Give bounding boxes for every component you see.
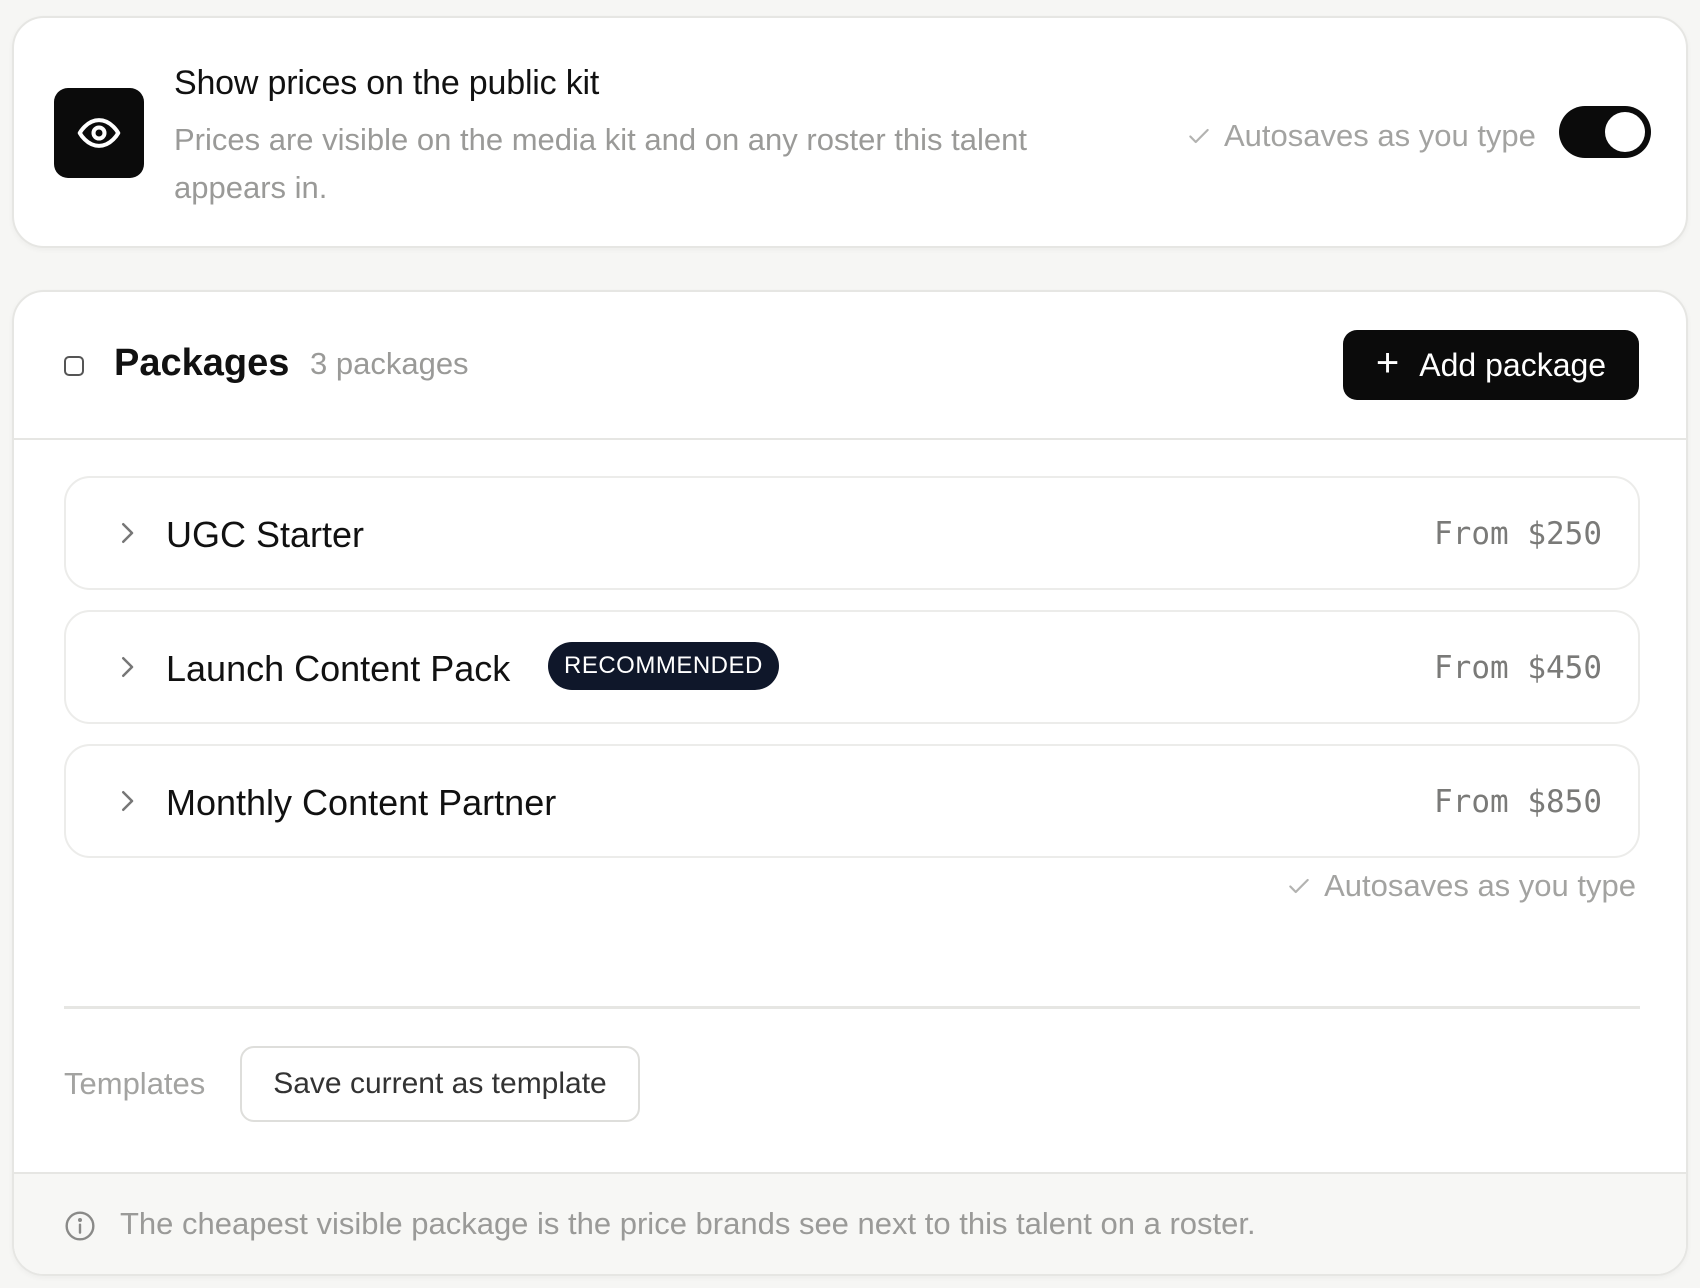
packages-count: 3 packages bbox=[310, 346, 469, 381]
visibility-description: Prices are visible on the media kit and … bbox=[174, 122, 1027, 205]
save-template-button[interactable]: Save current as template bbox=[240, 1046, 640, 1122]
visibility-title: Show prices on the public kit bbox=[174, 64, 600, 102]
packages-header: Packages 3 packages + Add package bbox=[14, 292, 1686, 440]
templates-label: Templates bbox=[64, 1066, 206, 1101]
eye-icon-tile bbox=[54, 88, 144, 178]
section-divider bbox=[64, 1006, 1640, 1009]
eye-icon bbox=[77, 118, 121, 148]
check-icon bbox=[1189, 128, 1209, 144]
plus-icon: + bbox=[1375, 341, 1400, 385]
packages-card: Packages 3 packages + Add package UGC St… bbox=[12, 290, 1688, 1276]
packages-footer: The cheapest visible package is the pric… bbox=[14, 1172, 1686, 1274]
recommended-badge: RECOMMENDED bbox=[548, 642, 779, 690]
chevron-right-icon[interactable] bbox=[112, 650, 142, 684]
package-price: From $450 bbox=[1434, 650, 1602, 686]
package-price: From $850 bbox=[1434, 784, 1602, 820]
autosave-status: Autosaves as you type bbox=[1186, 114, 1536, 158]
check-icon bbox=[1289, 878, 1309, 894]
toggle-knob bbox=[1605, 112, 1645, 152]
package-row[interactable]: Launch Content Pack RECOMMENDED From $45… bbox=[64, 610, 1640, 724]
autosave-status: Autosaves as you type bbox=[1286, 864, 1636, 908]
add-package-label: Add package bbox=[1419, 346, 1607, 383]
package-row[interactable]: Monthly Content Partner From $850 bbox=[64, 744, 1640, 858]
footer-note: The cheapest visible package is the pric… bbox=[120, 1206, 1256, 1241]
info-icon bbox=[65, 1211, 95, 1241]
packages-title: Packages bbox=[114, 342, 290, 384]
chevron-right-icon[interactable] bbox=[112, 784, 142, 818]
package-row[interactable]: UGC Starter From $250 bbox=[64, 476, 1640, 590]
autosave-text: Autosaves as you type bbox=[1324, 868, 1636, 903]
package-name: Monthly Content Partner bbox=[166, 782, 557, 823]
show-prices-toggle[interactable] bbox=[1559, 106, 1651, 158]
chevron-right-icon[interactable] bbox=[112, 516, 142, 550]
price-visibility-card: Show prices on the public kit Prices are… bbox=[12, 16, 1688, 248]
package-name: Launch Content Pack bbox=[166, 648, 511, 689]
package-price: From $250 bbox=[1434, 516, 1602, 552]
add-package-button[interactable]: + Add package bbox=[1343, 330, 1639, 400]
package-name: UGC Starter bbox=[166, 514, 365, 555]
autosave-text: Autosaves as you type bbox=[1224, 118, 1536, 153]
select-all-checkbox[interactable] bbox=[64, 356, 84, 376]
